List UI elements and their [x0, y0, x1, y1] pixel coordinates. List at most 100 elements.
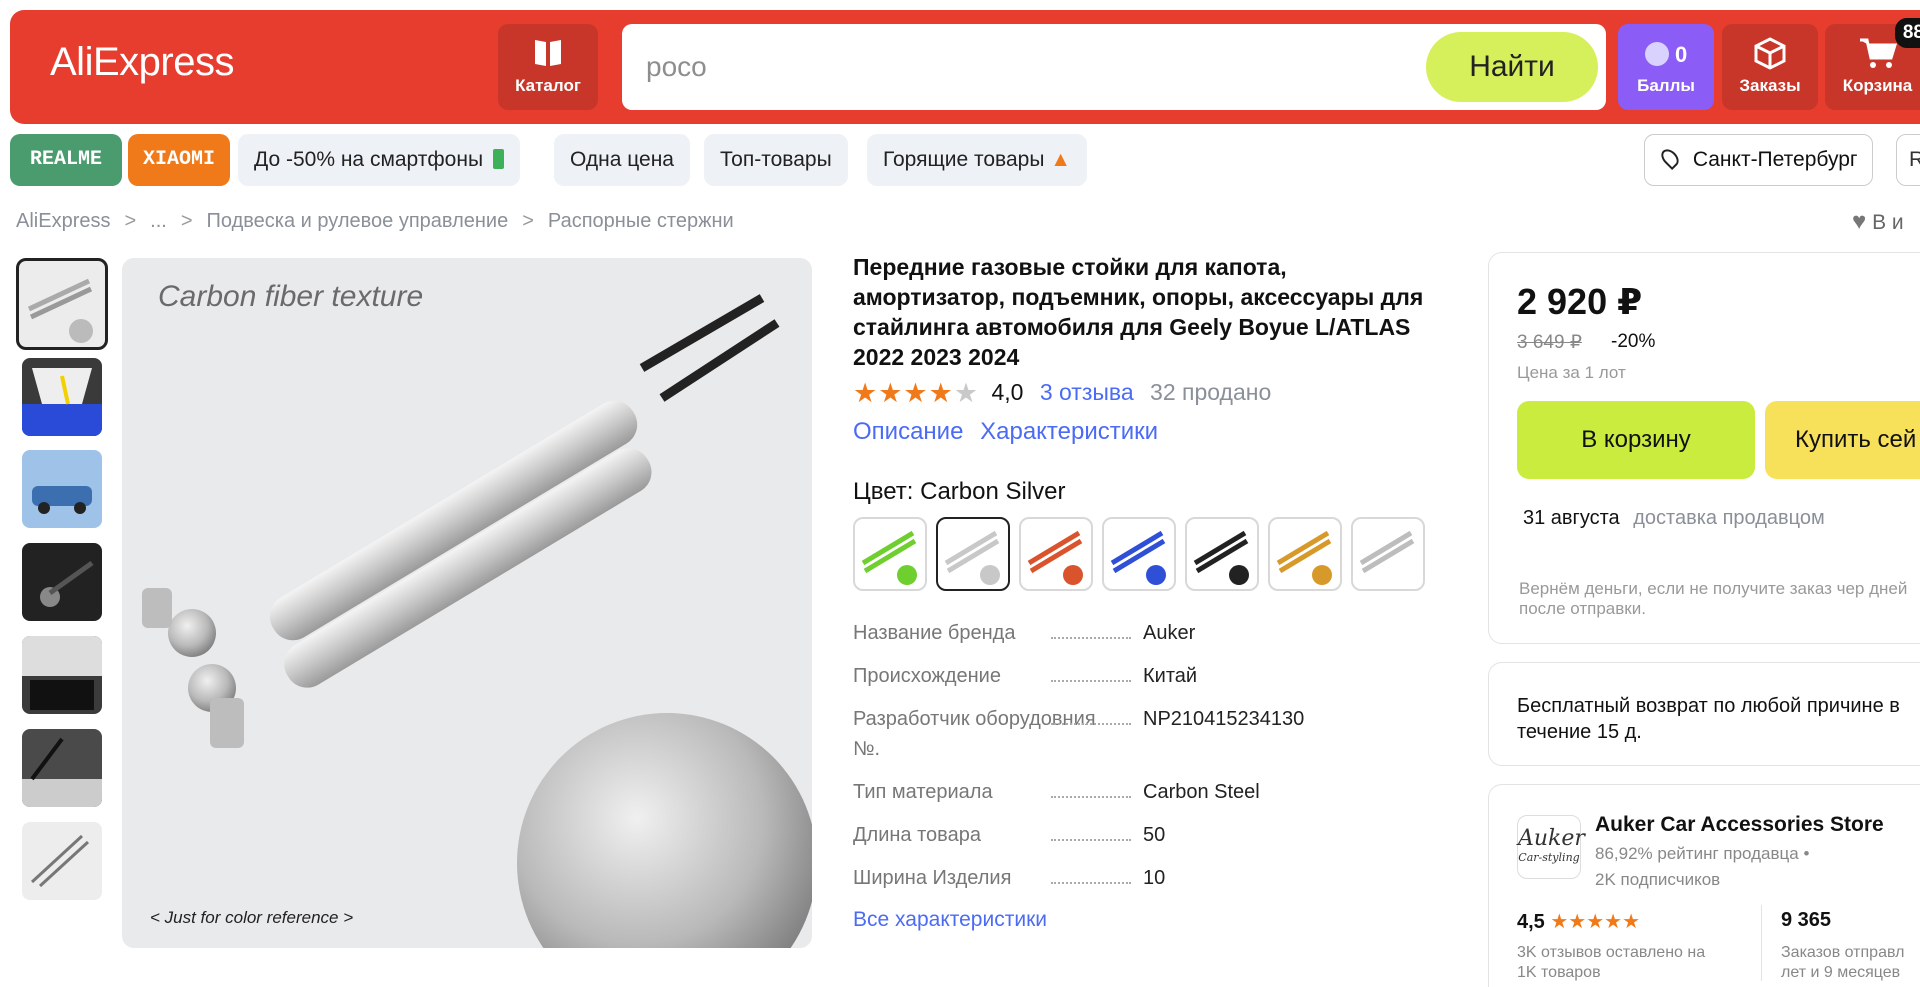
search-input[interactable]	[646, 46, 1406, 88]
swatch-image	[1110, 530, 1166, 585]
store-meta: 86,92% рейтинг продавца • 2K подписчиков	[1595, 841, 1809, 893]
discount-badge: -20%	[1611, 331, 1656, 352]
catalog-button[interactable]: Каталог	[498, 24, 598, 110]
swatch-image	[861, 530, 917, 585]
chip-one-price[interactable]: Одна цена	[554, 134, 690, 186]
add-to-cart-button[interactable]: В корзину	[1517, 401, 1755, 479]
spec-key: №.	[853, 738, 881, 760]
search-button[interactable]: Найти	[1426, 32, 1598, 102]
city-selector[interactable]: Санкт-Петербург	[1644, 134, 1873, 186]
favorite-button[interactable]: ♥ В и	[1852, 208, 1904, 236]
buy-now-button[interactable]: Купить сей	[1765, 401, 1920, 479]
spec-value: NP210415234130	[1143, 708, 1305, 730]
store-orders-label: Заказов отправл лет и 9 месяцев	[1781, 944, 1905, 981]
chip-realme[interactable]: REALME	[10, 134, 122, 186]
tab-description[interactable]: Описание	[853, 418, 963, 445]
store-reviews-label: 3K отзывов оставлено на 1K товаров	[1517, 944, 1706, 981]
points-button[interactable]: 0 Баллы	[1618, 24, 1714, 110]
thumbnail-4[interactable]	[22, 543, 102, 621]
swatch-image	[1027, 530, 1083, 585]
thumbnail-6[interactable]	[22, 729, 102, 807]
store-orders-count: 9 365	[1781, 909, 1832, 931]
favorite-label: В и	[1872, 211, 1904, 234]
color-swatch[interactable]	[1102, 517, 1176, 591]
chip-xiaomi[interactable]: XIAOMI	[128, 134, 230, 186]
product-title: Передние газовые стойки для капота, амор…	[853, 254, 1424, 370]
image-note: < Just for color reference >	[150, 908, 354, 927]
spec-key: Разработчик оборудовния	[853, 708, 1143, 731]
store-logo[interactable]: Auker Car-styling	[1517, 815, 1585, 879]
free-return-card[interactable]: Бесплатный возврат по любой причине в те…	[1488, 662, 1920, 766]
spec-key: Длина товара	[853, 824, 1143, 847]
dotted-leader	[1051, 839, 1131, 841]
header-bar: AliExpress Каталог Найти 0 Баллы Заказы …	[10, 10, 1920, 124]
store-name[interactable]: Auker Car Accessories Store	[1595, 813, 1884, 837]
color-swatch[interactable]	[853, 517, 927, 591]
orders-button[interactable]: Заказы	[1722, 24, 1818, 110]
box-icon	[1754, 37, 1786, 70]
chip-label: Горящие товары	[883, 148, 1045, 171]
region-selector[interactable]: R	[1896, 134, 1920, 186]
sold-count: 32 продано	[1150, 379, 1272, 405]
rating-row: ★★★★★ 4,0 3 отзыва 32 продано	[853, 378, 1271, 409]
dotted-leader	[1051, 637, 1131, 639]
color-swatch[interactable]	[1351, 517, 1425, 591]
store-review-score: 4,5 ★★★★★	[1517, 909, 1640, 934]
orders-label: Заказы	[1739, 76, 1801, 95]
strut-closeup-thumb-image	[40, 560, 94, 607]
rating-value: 4,0	[991, 379, 1024, 405]
swatch-image	[1359, 530, 1415, 574]
spec-value: 10	[1143, 867, 1166, 889]
breadcrumb-item[interactable]: Подвеска и рулевое управление	[207, 210, 509, 232]
color-swatch[interactable]	[936, 517, 1010, 591]
thumbnail-3[interactable]	[22, 450, 102, 528]
breadcrumb-item[interactable]: ...	[150, 210, 167, 232]
thumbnail-5[interactable]	[22, 636, 102, 714]
fire-icon: ▲	[1050, 148, 1072, 171]
main-product-image[interactable]: Carbon fiber texture < Just for color re…	[122, 258, 812, 948]
car-hood-thumb-image	[22, 368, 102, 436]
breadcrumb-item[interactable]: Распорные стержни	[548, 210, 734, 232]
chip-smartphones-sale[interactable]: До -50% на смартфоны	[238, 134, 520, 186]
search-box: Найти	[622, 24, 1606, 110]
swatch-image	[1193, 530, 1249, 585]
refund-note: Вернём деньги, если не получите заказ че…	[1519, 579, 1908, 618]
store-logo-text: Auker	[1518, 826, 1585, 851]
product-tabs: Описание Характеристики	[853, 418, 1158, 446]
chip-top-products[interactable]: Топ-товары	[704, 134, 848, 186]
delivery-info: 31 августа доставка продавцом	[1523, 507, 1825, 530]
old-price: 3 649 ₽	[1517, 332, 1582, 353]
spec-row: Название бренда Auker	[853, 622, 1195, 645]
cart-button[interactable]: Корзина 88	[1825, 18, 1920, 110]
breadcrumb-item[interactable]: AliExpress	[16, 210, 110, 232]
cart-count-badge: 88	[1894, 18, 1920, 48]
reviews-link[interactable]: 3 отзыва	[1040, 379, 1134, 405]
color-swatch[interactable]	[1185, 517, 1259, 591]
delivery-date: 31 августа	[1523, 507, 1620, 529]
chip-label: До -50% на смартфоны	[254, 148, 484, 171]
struts-thumb-image	[27, 278, 93, 343]
dotted-leader	[1051, 680, 1131, 682]
chevron-right-icon: >	[180, 210, 193, 232]
color-swatch[interactable]	[1019, 517, 1093, 591]
rating-stars: ★★★★★	[853, 378, 980, 408]
seller-rating: 86,92% рейтинг продавца	[1595, 844, 1799, 863]
thumbnail-7[interactable]	[22, 822, 102, 900]
city-name: Санкт-Петербург	[1692, 148, 1858, 171]
spec-row: Разработчик оборудовния NP210415234130	[853, 708, 1304, 731]
color-swatch[interactable]	[1268, 517, 1342, 591]
thumbnail-2[interactable]	[22, 358, 102, 436]
tab-specs[interactable]: Характеристики	[980, 418, 1158, 445]
installed-struts-thumb-image	[22, 737, 102, 807]
dotted-leader	[1051, 882, 1131, 884]
spec-key: Тип материала	[853, 781, 1143, 804]
aliexpress-logo[interactable]: AliExpress	[50, 40, 234, 85]
color-label: Цвет: Carbon Silver	[853, 478, 1066, 505]
spec-row: Тип материала Carbon Steel	[853, 781, 1260, 804]
chip-hot-products[interactable]: Горящие товары ▲	[867, 134, 1088, 186]
all-specs-link[interactable]: Все характеристики	[853, 908, 1047, 932]
thumbnail-1[interactable]	[16, 258, 108, 350]
free-return-text: Бесплатный возврат по любой причине в те…	[1517, 695, 1900, 743]
car-thumb-image	[32, 486, 92, 514]
spec-key: Название бренда	[853, 622, 1143, 645]
